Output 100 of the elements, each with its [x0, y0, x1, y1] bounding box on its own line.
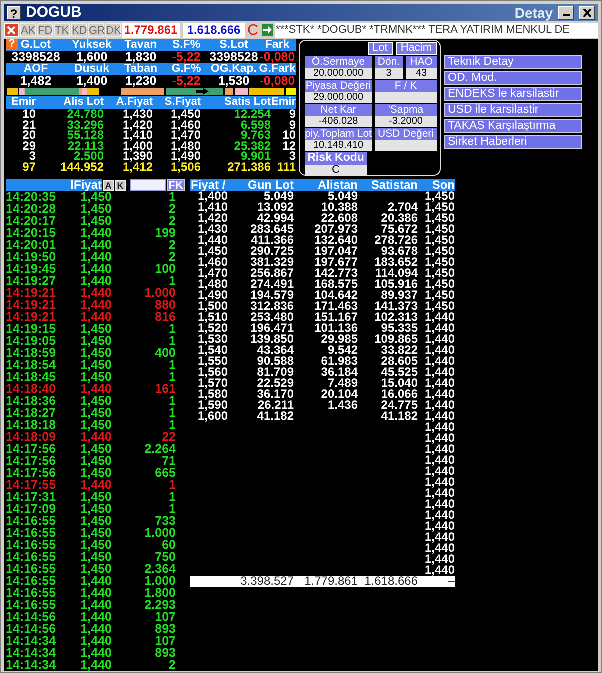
filter-button[interactable]: K: [115, 180, 126, 190]
toggle-button[interactable]: Lot: [368, 42, 393, 55]
trade-lot: 893: [154, 647, 176, 659]
column-header: Gun Lot: [228, 179, 294, 191]
table-cell-text: 1,440: [424, 444, 455, 455]
status-letter: C: [246, 22, 260, 38]
menu-link[interactable]: USD ile karsilastir: [444, 103, 582, 117]
trade-lot: 880: [154, 299, 176, 311]
trade-time: 14:16:55: [6, 551, 58, 563]
summary-value: 1,600: [76, 51, 108, 63]
field-label: Dön.: [375, 56, 403, 68]
depth-total: 1,506: [170, 162, 201, 173]
table-cell-text: 28.605: [380, 356, 418, 367]
table-cell-text: 13.092: [256, 202, 294, 213]
trade-time: 14:16:55: [6, 599, 58, 611]
depth-cell-text: 55.128: [66, 130, 104, 141]
table-cell-text: 1,440: [424, 345, 455, 356]
trade-lot: 1: [168, 275, 176, 287]
table-cell-text: 1,440: [424, 455, 455, 466]
table-cell-text: 1,450: [424, 257, 455, 268]
column-header: Alistan: [294, 179, 358, 191]
table-cell-text: 196.471: [250, 323, 294, 334]
table-cell-text: 7.489: [328, 378, 358, 389]
help-icon[interactable]: ?: [6, 39, 18, 50]
summary-value: 1,400: [75, 75, 109, 87]
table-cell-text: 90.588: [256, 356, 294, 367]
filter-button[interactable]: A: [103, 180, 114, 190]
column-header: Satistan: [358, 179, 418, 191]
table-cell-text: 141.373: [374, 301, 418, 312]
table-cell-text: 290.725: [250, 246, 294, 257]
table-cell-text: 102.313: [374, 312, 418, 323]
trade-time: 14:18:40: [6, 383, 58, 395]
table-cell-text: 1,450: [424, 235, 455, 246]
trade-time: 14:20:28: [6, 203, 58, 215]
depth-cell-text: 1,420: [122, 120, 153, 130]
table-cell-text: 20.104: [320, 389, 358, 400]
table-cell-text: 1,450: [424, 202, 455, 213]
field-value: 3: [375, 68, 403, 79]
trade-price: 1,450: [80, 407, 112, 419]
table-cell-text: 1,500: [196, 301, 228, 312]
filter-field[interactable]: [130, 179, 166, 191]
table-cell-text: 1,440: [424, 565, 455, 576]
table-cell-text: 41.182: [256, 411, 294, 422]
summary-value: -0,080: [259, 51, 296, 63]
table-cell-text: 20.386: [380, 213, 418, 224]
trade-lot: 161: [154, 383, 176, 395]
summary-header: G.F%: [164, 63, 209, 75]
trade-time: 14:19:21: [6, 287, 58, 299]
table-cell-text: 1,440: [424, 499, 455, 510]
trade-price: 1,450: [80, 323, 112, 335]
table-cell-text: 1,440: [424, 554, 455, 565]
trade-lot: 665: [154, 467, 176, 479]
table-cell-text: 1,530: [196, 334, 228, 345]
table-cell-text: 1,440: [424, 411, 455, 422]
depth-cell-text: 24.780: [66, 109, 104, 120]
trade-time: 14:17:09: [6, 503, 58, 515]
summary-value: 1,830: [125, 51, 158, 63]
trade-price: 1,440: [80, 599, 112, 611]
toggle-button[interactable]: Hacim: [396, 42, 437, 55]
trade-price: 1,440: [80, 227, 112, 239]
arrow-icon[interactable]: [261, 23, 274, 37]
depth-cell-text: 9: [289, 120, 296, 130]
depth-cell-text: 1,480: [170, 140, 201, 152]
field-value: [375, 92, 437, 103]
depth-cell-text: 1,410: [122, 130, 153, 141]
trade-time: 14:18:09: [6, 431, 58, 443]
depth-header: S.Fiyat: [153, 96, 201, 109]
trade-time: 14:17:56: [6, 455, 58, 467]
trade-price: 1,450: [80, 371, 112, 383]
summary-header: AOF: [6, 63, 66, 75]
trade-time: 14:14:34: [6, 647, 58, 659]
menu-link[interactable]: OD. Mod.: [444, 71, 582, 85]
depth-total: 1,412: [122, 162, 153, 173]
trade-time: 14:19:21: [6, 299, 58, 311]
trade-price: 1,440: [80, 431, 112, 443]
close-button[interactable]: [579, 6, 595, 20]
table-cell-text: 1,450: [424, 290, 455, 301]
summary-header: G.Fark: [259, 63, 296, 75]
trade-price: 1,450: [80, 503, 112, 515]
trade-time: 14:19:15: [6, 323, 58, 335]
trade-price: 1,450: [80, 215, 112, 227]
table-cell-text: 1,600: [196, 411, 228, 422]
trade-time: 14:18:27: [6, 407, 58, 419]
menu-link[interactable]: TAKAS Karşılaştırma: [444, 119, 582, 133]
depth-cell-text: 29: [22, 140, 36, 152]
fk-button[interactable]: FK: [167, 179, 185, 191]
table-cell-text: 1,440: [424, 433, 455, 444]
table-cell-text: 1,440: [424, 466, 455, 477]
trade-time: 14:20:35: [6, 191, 58, 203]
table-cell-text: 5.049: [328, 191, 358, 202]
table-cell-text: 381.329: [250, 257, 294, 268]
close-icon[interactable]: [4, 23, 19, 37]
trade-time: 14:17:55: [6, 479, 58, 491]
menu-link[interactable]: Sirket Haberleri: [444, 135, 582, 149]
menu-link[interactable]: ENDEKS le karsilastir: [444, 87, 582, 101]
table-cell-text: 36.184: [320, 367, 358, 378]
table-cell-text: 1,440: [424, 422, 455, 433]
summary-value: 3398528: [10, 51, 62, 63]
menu-link[interactable]: Teknik Detay: [444, 55, 582, 69]
minimize-button[interactable]: [558, 6, 574, 20]
